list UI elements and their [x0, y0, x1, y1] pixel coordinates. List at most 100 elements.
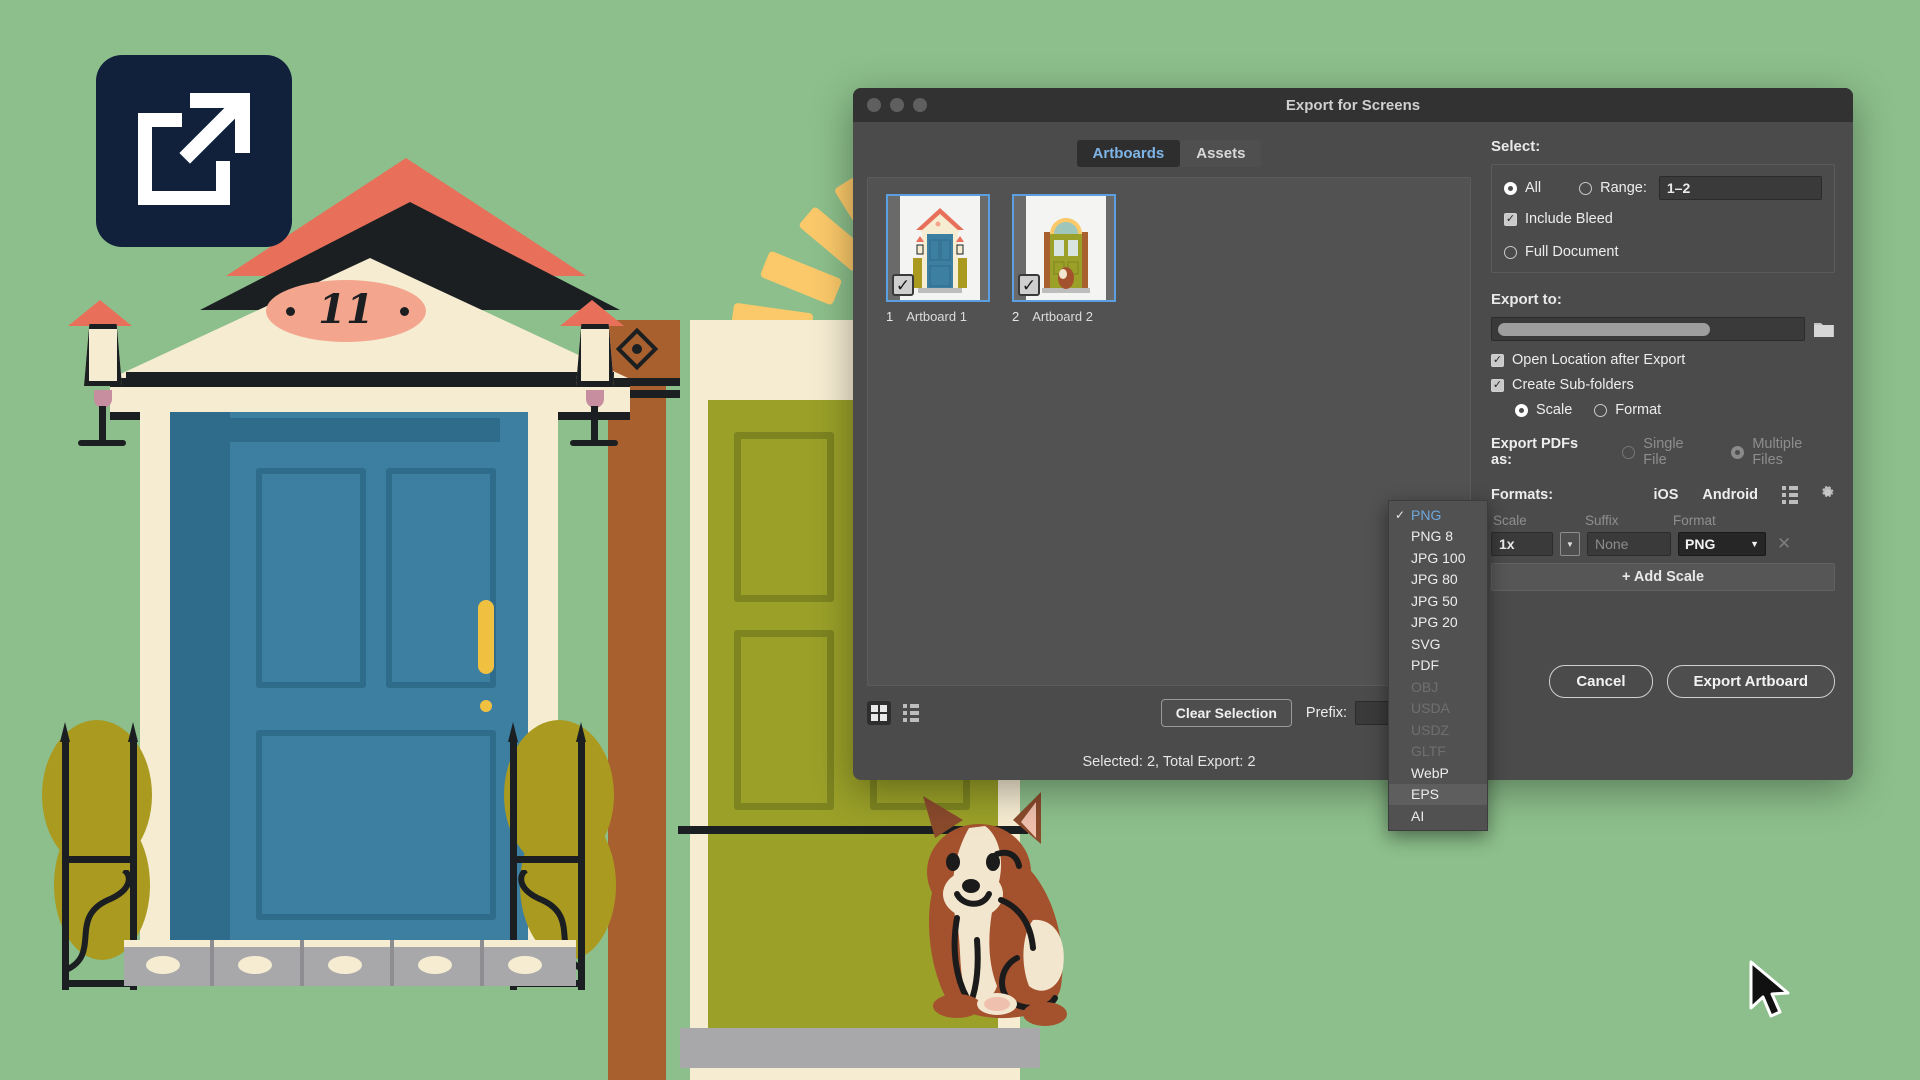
formats-table: Scale Suffix Format 1x ▼ None PNG ▼ ✕ + …: [1491, 513, 1835, 591]
artboard-name-2: Artboard 2: [1032, 309, 1093, 324]
formats-settings-button[interactable]: [1820, 485, 1835, 504]
menu-item-png8[interactable]: PNG 8: [1389, 526, 1487, 548]
checkbox-include-bleed[interactable]: ✓: [1504, 212, 1517, 226]
formats-row: Formats: iOS Android: [1491, 485, 1835, 504]
checkbox-create-subfolders[interactable]: ✓: [1491, 378, 1504, 392]
browse-folder-button[interactable]: [1813, 320, 1835, 338]
full-document-row[interactable]: Full Document: [1504, 244, 1822, 260]
open-location-row[interactable]: ✓ Open Location after Export: [1491, 352, 1835, 368]
artboard-list-panel[interactable]: ✓ 1 Artboard 1 ✓ 2 Artboard 2: [867, 177, 1471, 686]
export-path-row: [1491, 317, 1835, 341]
export-to-heading: Export to:: [1491, 291, 1562, 308]
menu-item-jpg100[interactable]: JPG 100: [1389, 547, 1487, 569]
label-formats: Formats:: [1491, 486, 1554, 503]
menu-item-jpg50[interactable]: JPG 50: [1389, 590, 1487, 612]
artboard-label-1: 1 Artboard 1: [886, 309, 990, 324]
export-app-icon: [96, 55, 292, 247]
radio-all[interactable]: [1504, 181, 1517, 195]
menu-item-svg[interactable]: SVG: [1389, 633, 1487, 655]
dialog-titlebar[interactable]: Export for Screens: [853, 88, 1853, 122]
scale-format-row: Scale Format: [1515, 402, 1835, 418]
column-suffix: Suffix: [1585, 513, 1619, 528]
tab-artboards[interactable]: Artboards: [1076, 140, 1181, 167]
range-input[interactable]: 1–2: [1658, 176, 1822, 200]
artboard-checkbox-1[interactable]: ✓: [892, 274, 914, 296]
scale-input-1[interactable]: 1x: [1491, 532, 1553, 556]
artboard-card-2[interactable]: ✓ 2 Artboard 2: [1012, 194, 1116, 324]
formats-list-icon[interactable]: [1782, 485, 1798, 504]
menu-item-pdf[interactable]: PDF: [1389, 655, 1487, 677]
add-scale-label: + Add Scale: [1621, 569, 1705, 585]
dialog-body: Artboards Assets ✓ 1 Artboard 1 ✓ 2 Artb…: [853, 122, 1853, 780]
radio-full-document[interactable]: [1504, 245, 1517, 259]
clear-selection-button[interactable]: Clear Selection: [1160, 699, 1292, 727]
radio-format[interactable]: [1594, 403, 1608, 417]
tab-assets[interactable]: Assets: [1180, 140, 1262, 167]
illustration-dog: [905, 790, 1105, 1040]
radio-range[interactable]: [1579, 181, 1593, 195]
chevron-down-icon: ▼: [1750, 539, 1759, 549]
menu-item-obj: OBJ: [1411, 678, 1439, 695]
menu-item-png[interactable]: PNG: [1389, 504, 1487, 526]
label-single-file: Single File: [1643, 436, 1684, 468]
menu-item-gltf: GLTF: [1411, 743, 1446, 760]
column-scale: Scale: [1493, 513, 1527, 528]
radio-multiple-files[interactable]: [1731, 445, 1745, 459]
label-range: Range:: [1600, 180, 1647, 196]
menu-item-jpg20[interactable]: JPG 20: [1389, 612, 1487, 634]
mouse-cursor: [1748, 960, 1794, 1024]
format-select-value-1: PNG: [1685, 536, 1716, 552]
select-row-all-range: All Range: 1–2: [1504, 176, 1822, 200]
cancel-button[interactable]: Cancel: [1549, 665, 1653, 698]
scale-dropdown-button-1[interactable]: ▼: [1560, 532, 1580, 556]
export-for-screens-dialog: Export for Screens Artboards Assets ✓ 1 …: [853, 88, 1853, 831]
format-select-1[interactable]: PNG ▼: [1678, 532, 1766, 556]
folder-icon: [1814, 323, 1834, 337]
remove-format-row-1[interactable]: ✕: [1777, 534, 1791, 554]
house-number: 11: [318, 286, 374, 333]
menu-item-webp[interactable]: WebP: [1389, 762, 1487, 784]
preset-ios-button[interactable]: iOS: [1653, 487, 1678, 503]
menu-item-usda: USDA: [1411, 700, 1450, 717]
list-view-icon: [903, 704, 919, 722]
export-path-masked-value: [1498, 322, 1710, 336]
artboard-thumbnail-2[interactable]: ✓: [1012, 194, 1116, 302]
menu-item-jpg80[interactable]: JPG 80: [1389, 569, 1487, 591]
label-open-location: Open Location after Export: [1512, 352, 1686, 368]
preset-android-button[interactable]: Android: [1702, 487, 1758, 503]
door-handle: [478, 600, 494, 674]
include-bleed-row[interactable]: ✓ Include Bleed: [1504, 211, 1822, 227]
add-scale-button[interactable]: + Add Scale: [1491, 563, 1835, 591]
artboard-card-1[interactable]: ✓ 1 Artboard 1: [886, 194, 990, 324]
artboard-label-2: 2 Artboard 2: [1012, 309, 1116, 324]
prefix-label: Prefix:: [1305, 705, 1347, 721]
label-include-bleed: Include Bleed: [1525, 211, 1613, 227]
options-pane: Select: All Range: 1–2 ✓ Include Bleed F…: [1483, 122, 1853, 780]
artboard-thumbnail-1[interactable]: ✓: [886, 194, 990, 302]
suffix-input-1[interactable]: None: [1587, 532, 1671, 556]
menu-item-eps[interactable]: EPS: [1389, 783, 1487, 805]
export-path-input[interactable]: [1491, 317, 1805, 341]
checkbox-open-location[interactable]: ✓: [1491, 353, 1504, 367]
artboard-checkbox-2[interactable]: ✓: [1018, 274, 1040, 296]
tab-bar: Artboards Assets: [867, 140, 1471, 167]
select-heading: Select:: [1491, 138, 1541, 155]
label-multiple-files: Multiple Files: [1752, 436, 1803, 468]
grid-view-button[interactable]: [867, 701, 891, 725]
label-scale: Scale: [1536, 402, 1573, 418]
menu-item-ai[interactable]: AI: [1389, 805, 1487, 827]
label-all: All: [1525, 180, 1542, 196]
wall-lamp-left: [58, 290, 148, 490]
grid-view-icon: [871, 705, 887, 721]
radio-single-file[interactable]: [1622, 445, 1636, 459]
export-status: Selected: 2, Total Export: 2: [1082, 754, 1256, 770]
formats-table-header: Scale Suffix Format: [1491, 513, 1835, 532]
export-artboard-button[interactable]: Export Artboard: [1666, 665, 1835, 698]
artboard-index-1: 1: [886, 309, 894, 324]
label-create-subfolders: Create Sub-folders: [1512, 377, 1634, 393]
create-subfolders-row[interactable]: ✓ Create Sub-folders: [1491, 377, 1835, 393]
artboard-index-2: 2: [1012, 309, 1020, 324]
list-view-button[interactable]: [899, 701, 923, 725]
radio-scale[interactable]: [1515, 403, 1528, 417]
format-dropdown-menu[interactable]: PNG PNG 8 JPG 100 JPG 80 JPG 50 JPG 20 S…: [1388, 500, 1488, 831]
